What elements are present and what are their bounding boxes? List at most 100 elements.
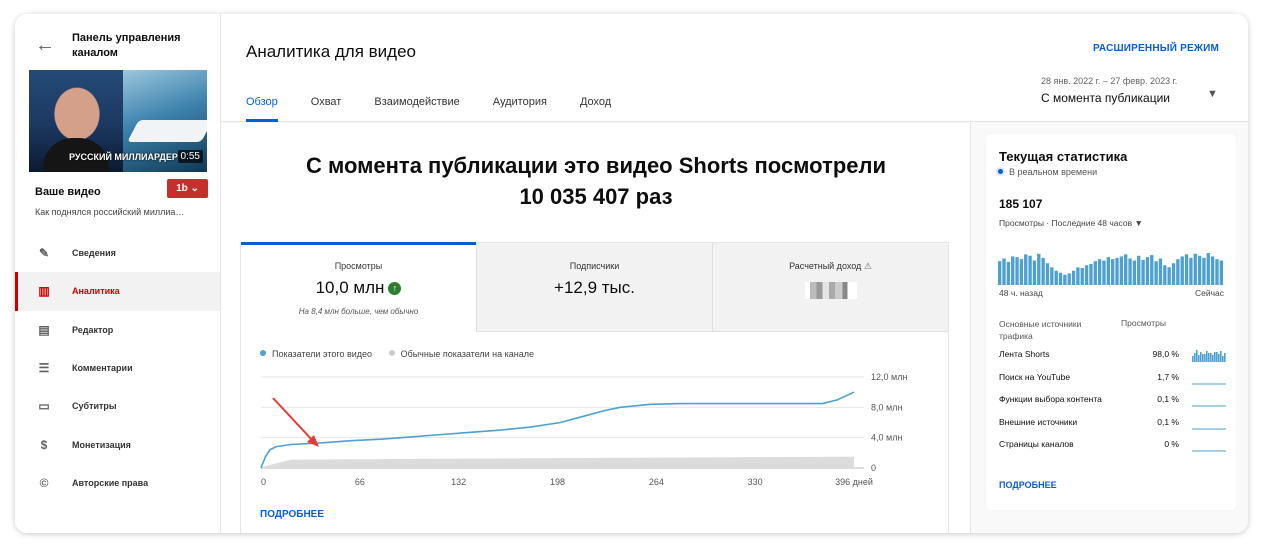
- metric-value-wrap: 10,0 млн ↑: [241, 278, 476, 298]
- realtime-bar: [1050, 267, 1054, 285]
- tab-audience[interactable]: Аудитория: [493, 94, 547, 122]
- back-arrow-icon[interactable]: ←: [35, 35, 55, 55]
- metric-label: Подписчики: [569, 261, 620, 271]
- realtime-bar: [1189, 257, 1193, 285]
- source-spark-bar: [1210, 353, 1212, 362]
- y-tick-label: 0: [871, 463, 876, 473]
- advanced-mode-link[interactable]: РАСШИРЕННЫЙ РЕЖИМ: [1093, 43, 1219, 54]
- pencil-icon: ✎: [38, 246, 50, 261]
- blurred-revenue: [804, 282, 857, 299]
- overview-panel: С момента публикации это видео Shorts по…: [221, 123, 971, 533]
- realtime-bar: [1032, 260, 1037, 285]
- realtime-bar: [1171, 263, 1176, 285]
- realtime-bar: [1019, 259, 1024, 285]
- views-chart: 12,0 млн 8,0 млн 4,0 млн 0 0 66 132 198 264 330 39…: [260, 372, 907, 487]
- sidebar-item-editor[interactable]: ▤ Редактор: [15, 311, 220, 349]
- video-title: Как поднялся российский миллиа…: [35, 207, 185, 217]
- metric-subscribers[interactable]: Подписчики +12,9 тыс.: [477, 243, 713, 332]
- typical-area: [261, 456, 854, 468]
- realtime-bar: [1154, 261, 1158, 285]
- sidebar: ← Панель управления каналом РУССКИЙ МИЛЛ…: [15, 14, 220, 533]
- source-spark-bar: [1194, 353, 1196, 362]
- source-name: Лента Shorts: [999, 349, 1050, 359]
- sidebar-item-label: Редактор: [72, 324, 114, 335]
- sidebar-item-comments[interactable]: ☰ Комментарии: [15, 349, 220, 387]
- sidebar-item-label: Сведения: [72, 248, 116, 259]
- sidebar-item-analytics[interactable]: ▥ Аналитика: [15, 272, 220, 311]
- realtime-bar: [1145, 257, 1150, 285]
- spark-start-label: 48 ч. назад: [999, 288, 1043, 298]
- legend-typical: Обычные показатели на канале: [400, 349, 535, 359]
- realtime-bar: [1158, 258, 1163, 285]
- legend-dot-typical: [388, 350, 395, 356]
- metrics-card: Просмотры 10,0 млн ↑ На 8,4 млн больше, ч…: [240, 242, 949, 533]
- realtime-bar: [1054, 270, 1058, 285]
- realtime-bar: [1080, 268, 1084, 285]
- tab-reach[interactable]: Охват: [311, 94, 342, 122]
- realtime-views: 185 107: [999, 197, 1043, 211]
- tab-engagement[interactable]: Взаимодействие: [374, 94, 459, 122]
- source-spark-bar: [1196, 350, 1198, 362]
- source-name: Внешние источники: [999, 416, 1078, 427]
- source-name: Поиск на YouTube: [999, 371, 1071, 382]
- source-spark-bar: [1200, 352, 1202, 362]
- realtime-bar: [1097, 259, 1102, 285]
- source-row: Страницы каналов 0 %: [999, 436, 1234, 452]
- source-spark-bar: [1212, 355, 1214, 362]
- realtime-bar: [1089, 263, 1093, 285]
- realtime-bar: [1071, 270, 1076, 285]
- sidebar-item-label: Комментарии: [72, 363, 133, 374]
- sidebar-item-label: Субтитры: [72, 401, 117, 412]
- warning-icon: ⚠: [863, 261, 872, 271]
- legend-video: Показатели этого видео: [272, 349, 373, 359]
- metric-revenue[interactable]: Расчетный доход ⚠: [713, 243, 948, 332]
- more-link[interactable]: ПОДРОБНЕЕ: [260, 509, 324, 520]
- annotation-arrow: [272, 397, 315, 443]
- realtime-bar: [1028, 255, 1032, 285]
- realtime-bar: [1206, 253, 1210, 285]
- subtitles-icon: ▭: [38, 399, 50, 414]
- source-name: Функции выбора контента: [999, 394, 1102, 404]
- realtime-bar: [1063, 274, 1067, 285]
- date-range-select[interactable]: С момента публикации: [1041, 91, 1170, 105]
- your-video-label: Ваше видео: [35, 186, 101, 198]
- analytics-header: Аналитика для видео РАСШИРЕННЫЙ РЕЖИМ 28…: [221, 14, 1248, 122]
- metric-value: +12,9 тыс.: [554, 278, 635, 297]
- source-spark-bar: [1224, 353, 1226, 362]
- video-thumbnail[interactable]: РУССКИЙ МИЛЛИАРДЕР 0:55: [29, 70, 207, 172]
- sidebar-item-details[interactable]: ✎ Сведения: [15, 234, 220, 272]
- tab-revenue[interactable]: Доход: [580, 94, 611, 122]
- realtime-more-link[interactable]: ПОДРОБНЕЕ: [999, 480, 1057, 490]
- dashboard-title: Панель управления каналом: [72, 32, 181, 59]
- tab-overview[interactable]: Обзор: [246, 94, 278, 122]
- sidebar-nav: ✎ Сведения ▥ Аналитика ▤ Редактор ☰ Комм…: [15, 234, 220, 502]
- source-spark-bar: [1206, 351, 1208, 362]
- realtime-bar: [1067, 273, 1071, 285]
- source-sparkline: [1192, 450, 1226, 452]
- realtime-bar: [1045, 263, 1050, 285]
- views-headline: С момента публикации это видео Shorts по…: [221, 150, 971, 212]
- video-duration: 0:55: [177, 150, 203, 163]
- analytics-tabs: Обзор Охват Взаимодействие Аудитория Дох…: [246, 94, 644, 122]
- channel-badge-dropdown[interactable]: 1b ⌄: [167, 179, 208, 198]
- source-row: Лента Shorts 98,0 %: [999, 346, 1234, 362]
- yacht-hull: [127, 120, 207, 142]
- spark-end-label: Сейчас: [1194, 288, 1224, 298]
- realtime-period-select[interactable]: Просмотры · Последние 48 часов ▼: [999, 218, 1143, 228]
- realtime-bar: [1193, 253, 1197, 285]
- x-tick-label: 132: [451, 477, 466, 487]
- realtime-bar: [1141, 259, 1145, 285]
- metric-views[interactable]: Просмотры 10,0 млн ↑ На 8,4 млн больше, ч…: [241, 242, 477, 332]
- main-area: Аналитика для видео РАСШИРЕННЫЙ РЕЖИМ 28…: [220, 14, 1248, 533]
- source-spark-bar: [1220, 351, 1222, 362]
- realtime-bar: [1197, 255, 1202, 285]
- source-row: Поиск на YouTube 1,7 %: [999, 369, 1234, 385]
- dropdown-caret-icon[interactable]: ▼: [1207, 88, 1218, 100]
- sidebar-item-monetization[interactable]: $ Монетизация: [15, 425, 220, 463]
- realtime-bar: [1215, 259, 1219, 285]
- metric-label-wrap: Расчетный доход ⚠: [713, 261, 948, 272]
- realtime-bar: [1002, 258, 1006, 285]
- sidebar-item-subtitles[interactable]: ▭ Субтитры: [15, 387, 220, 425]
- metric-note: На 8,4 млн больше, чем обычно: [298, 307, 419, 316]
- sidebar-item-copyright[interactable]: © Авторские права: [15, 464, 220, 502]
